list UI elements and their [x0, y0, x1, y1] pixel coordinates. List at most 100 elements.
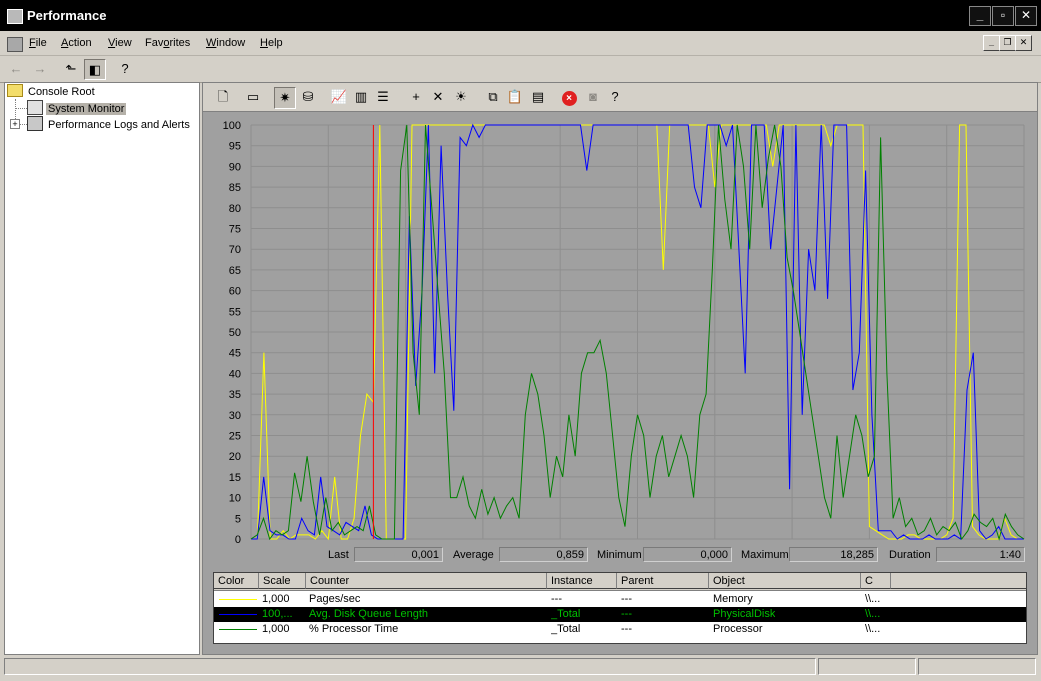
mdi-minimize-button[interactable]: _: [983, 35, 1000, 51]
maximize-button[interactable]: ▫: [992, 6, 1014, 26]
legend-color-swatch: [219, 629, 257, 630]
clear-display-icon[interactable]: ▭: [243, 87, 263, 107]
menu-favorites[interactable]: Favorites: [145, 37, 190, 49]
mdi-restore-button[interactable]: ❐: [999, 35, 1016, 51]
paste-counter-list-icon[interactable]: 📋: [505, 87, 525, 107]
main-toolbar: ← → ⬑ ◧ ?: [0, 56, 1041, 83]
y-tick-label: 30: [229, 410, 241, 422]
col-color[interactable]: Color: [214, 573, 259, 589]
close-button[interactable]: ✕: [1015, 6, 1037, 26]
legend-cell-counter: Avg. Disk Queue Length: [309, 608, 429, 620]
col-counter[interactable]: Counter: [306, 573, 547, 589]
update-data-icon[interactable]: ◙: [583, 87, 603, 107]
y-tick-label: 100: [223, 120, 241, 132]
stat-duration-value: 1:40: [936, 547, 1025, 562]
performance-app-icon[interactable]: [7, 9, 23, 24]
col-object[interactable]: Object: [709, 573, 861, 589]
menu-window[interactable]: Window: [206, 37, 245, 49]
properties-icon[interactable]: ▤: [528, 87, 548, 107]
menu-help[interactable]: Help: [260, 37, 283, 49]
y-tick-label: 25: [229, 431, 241, 443]
mdi-close-button[interactable]: ✕: [1015, 35, 1032, 51]
system-monitor-icon: [27, 100, 43, 115]
legend-row[interactable]: 1,000 Pages/sec --- --- Memory \\...: [214, 592, 1026, 607]
copy-properties-icon[interactable]: ⧉: [483, 87, 503, 107]
add-counter-icon[interactable]: +: [406, 87, 426, 107]
highlight-icon[interactable]: ☀: [451, 87, 471, 107]
y-tick-label: 90: [229, 161, 241, 173]
stat-maximum-value: 18,285: [789, 547, 878, 562]
menu-view[interactable]: View: [108, 37, 132, 49]
title-bar: Performance _ ▫ ✕: [0, 0, 1041, 31]
legend-cell-computer: \\...: [865, 623, 881, 635]
stat-minimum-label: Minimum: [597, 549, 642, 561]
monitor-toolbar: 🗋 ▭ ✷ ⛁ 📈 ▥ ☰ + ✕ ☀ ⧉ 📋 ▤ × ◙ ?: [203, 83, 1037, 112]
minimize-button[interactable]: _: [969, 6, 991, 26]
legend-header: Color Scale Counter Instance Parent Obje…: [214, 573, 1026, 591]
tree-item-performance-logs[interactable]: Performance Logs and Alerts: [27, 116, 192, 132]
mdi-window-icon[interactable]: [7, 37, 23, 52]
y-tick-label: 0: [235, 534, 241, 543]
col-instance[interactable]: Instance: [547, 573, 617, 589]
performance-logs-icon: [27, 116, 43, 131]
legend-cell-scale: 1,000: [262, 623, 290, 635]
menu-bar: File Action View Favorites Window Help _…: [0, 31, 1041, 56]
view-histogram-icon[interactable]: ▥: [351, 87, 371, 107]
menu-file[interactable]: File: [29, 37, 47, 49]
stat-last-value: 0,001: [354, 547, 443, 562]
status-pane-2: [818, 658, 916, 675]
view-current-activity-icon[interactable]: ✷: [274, 87, 296, 109]
legend-cell-instance: _Total: [551, 608, 581, 620]
col-computer[interactable]: C: [861, 573, 891, 589]
legend-cell-scale: 1,000: [262, 593, 290, 605]
expand-icon[interactable]: +: [10, 119, 20, 129]
back-icon[interactable]: ←: [6, 59, 26, 78]
legend-cell-counter: % Processor Time: [309, 623, 399, 635]
y-tick-label: 85: [229, 182, 241, 194]
col-parent[interactable]: Parent: [617, 573, 709, 589]
counter-legend: Color Scale Counter Instance Parent Obje…: [213, 572, 1027, 644]
legend-row[interactable]: 1,000 % Processor Time _Total --- Processor \…: [214, 622, 1026, 637]
forward-icon[interactable]: →: [30, 59, 50, 78]
legend-color-swatch: [219, 614, 257, 615]
stat-minimum-value: 0,000: [643, 547, 732, 562]
legend-cell-scale: 100,...: [262, 608, 293, 620]
system-monitor-pane: 🗋 ▭ ✷ ⛁ 📈 ▥ ☰ + ✕ ☀ ⧉ 📋 ▤ × ◙ ? 100 95 90 8…: [202, 82, 1038, 655]
y-tick-label: 15: [229, 472, 241, 484]
status-pane-3: [918, 658, 1036, 675]
y-tick-label: 35: [229, 389, 241, 401]
delete-counter-icon[interactable]: ✕: [428, 87, 448, 107]
y-tick-label: 75: [229, 224, 241, 236]
folder-icon: [7, 84, 23, 97]
y-tick-label: 45: [229, 348, 241, 360]
status-bar: [4, 656, 1036, 677]
up-folder-icon[interactable]: ⬑: [61, 59, 81, 78]
view-log-data-icon[interactable]: ⛁: [298, 87, 318, 107]
menu-action[interactable]: Action: [61, 37, 92, 49]
y-tick-label: 95: [229, 141, 241, 153]
monitor-help-icon[interactable]: ?: [605, 87, 625, 107]
new-counter-set-icon[interactable]: 🗋: [213, 87, 233, 107]
tree-item-system-monitor[interactable]: System Monitor: [27, 100, 127, 116]
tree-item-console-root[interactable]: Console Root: [7, 84, 97, 100]
y-tick-label: 10: [229, 493, 241, 505]
y-tick-label: 55: [229, 306, 241, 318]
y-tick-label: 5: [235, 513, 241, 525]
y-tick-label: 80: [229, 203, 241, 215]
freeze-display-icon[interactable]: ×: [559, 87, 579, 107]
legend-cell-instance: ---: [551, 593, 562, 605]
view-graph-icon[interactable]: 📈: [329, 87, 349, 107]
y-tick-label: 40: [229, 368, 241, 380]
legend-cell-computer: \\...: [865, 593, 881, 605]
legend-cell-counter: Pages/sec: [309, 593, 361, 605]
view-report-icon[interactable]: ☰: [373, 87, 393, 107]
help-icon[interactable]: ?: [115, 59, 135, 78]
col-scale[interactable]: Scale: [259, 573, 306, 589]
legend-row[interactable]: 100,... Avg. Disk Queue Length _Total --- Ph…: [214, 607, 1026, 622]
status-pane-main: [4, 658, 816, 675]
col-empty: [891, 573, 1026, 589]
performance-chart: 1009590858075706560555045403530252015105…: [203, 113, 1037, 543]
show-hide-tree-icon[interactable]: ◧: [84, 59, 106, 80]
stat-average-label: Average: [453, 549, 494, 561]
legend-cell-instance: _Total: [551, 623, 581, 635]
